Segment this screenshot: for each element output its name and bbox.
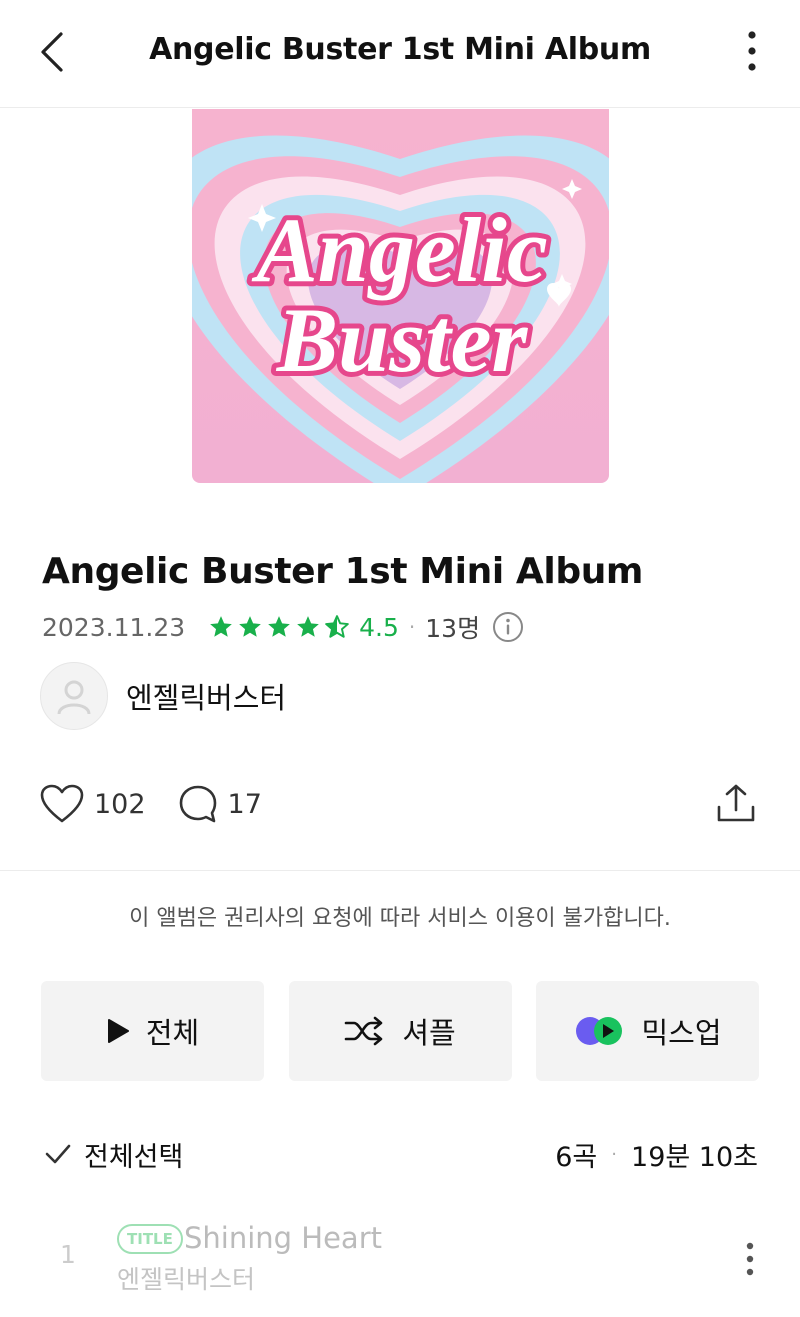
more-vertical-icon [746, 1242, 754, 1276]
total-duration: 19분 10초 [631, 1141, 758, 1173]
star-full-icon [268, 616, 290, 637]
divider [0, 870, 800, 871]
release-date: 2023.11.23 [42, 612, 186, 642]
avatar [40, 662, 108, 730]
cover-title-line2-fill: Buster [276, 289, 529, 391]
rating-score: 4.5 [359, 612, 399, 642]
availability-notice: 이 앨범은 권리사의 요청에 따라 서비스 이용이 불가합니다. [129, 906, 671, 931]
album-meta: 2023.11.23 4.5 · 13명 [42, 607, 524, 647]
comment-icon [179, 785, 216, 823]
artist-name: 엔젤릭버스터 [126, 681, 287, 715]
play-icon [107, 1019, 129, 1043]
play-all-button[interactable]: 전체 [41, 981, 264, 1081]
album-cover-art: Angelic Angelic Buster Buster [192, 109, 609, 483]
track-title: Shining Heart [184, 1221, 383, 1255]
more-options-button[interactable] [734, 26, 770, 76]
mixup-icon [576, 1017, 623, 1045]
heart-icon [40, 784, 84, 823]
more-vertical-icon [748, 31, 756, 71]
shuffle-icon [345, 1016, 383, 1046]
top-bar: Angelic Buster 1st Mini Album [0, 0, 800, 108]
share-icon [717, 784, 755, 822]
summary-separator: · [611, 1143, 618, 1165]
rating-count: 13명 [425, 614, 481, 643]
track-artist: 엔젤릭버스터 [117, 1265, 256, 1294]
meta-separator: · [408, 615, 416, 639]
shuffle-label: 셔플 [402, 1016, 456, 1050]
album-cover[interactable]: Angelic Angelic Buster Buster [192, 109, 609, 483]
share-button[interactable] [714, 778, 758, 828]
track-more-button[interactable] [730, 1236, 770, 1282]
play-all-label: 전체 [145, 1016, 200, 1050]
like-button[interactable]: 102 [40, 784, 146, 824]
chevron-left-icon [41, 32, 63, 72]
back-button[interactable] [28, 24, 76, 80]
mixup-label: 믹스업 [641, 1016, 722, 1050]
artist-link[interactable]: 엔젤릭버스터 [40, 662, 286, 730]
person-icon [57, 680, 91, 715]
track-count: 6곡 [555, 1141, 598, 1173]
playback-actions: 전체 셔플 믹스업 [41, 981, 759, 1081]
comment-button[interactable]: 17 [178, 784, 262, 824]
header-title: Angelic Buster 1st Mini Album [149, 32, 651, 67]
star-full-icon [239, 616, 261, 637]
tracklist-summary: 6곡 · 19분 10초 [555, 1134, 758, 1174]
star-full-icon [297, 616, 319, 637]
album-title: Angelic Buster 1st Mini Album [42, 551, 644, 592]
cover-title-line1-fill: Angelic [251, 199, 547, 301]
star-half-icon [325, 615, 349, 638]
like-count: 102 [94, 788, 146, 820]
select-all-toggle[interactable]: 전체선택 [44, 1134, 183, 1174]
comment-count: 17 [227, 788, 262, 820]
checkmark-icon [45, 1144, 71, 1164]
star-full-icon [210, 616, 232, 637]
track-number: 1 [60, 1240, 76, 1269]
mixup-button[interactable]: 믹스업 [536, 981, 759, 1081]
rating-stars [207, 614, 351, 640]
select-all-label: 전체선택 [84, 1141, 184, 1173]
info-icon[interactable] [492, 611, 524, 643]
shuffle-button[interactable]: 셔플 [288, 981, 512, 1081]
social-actions: 102 17 [40, 778, 294, 830]
track-row[interactable]: 1 TITLE Shining Heart 엔젤릭버스터 [0, 1210, 800, 1310]
title-track-badge: TITLE [117, 1224, 183, 1254]
